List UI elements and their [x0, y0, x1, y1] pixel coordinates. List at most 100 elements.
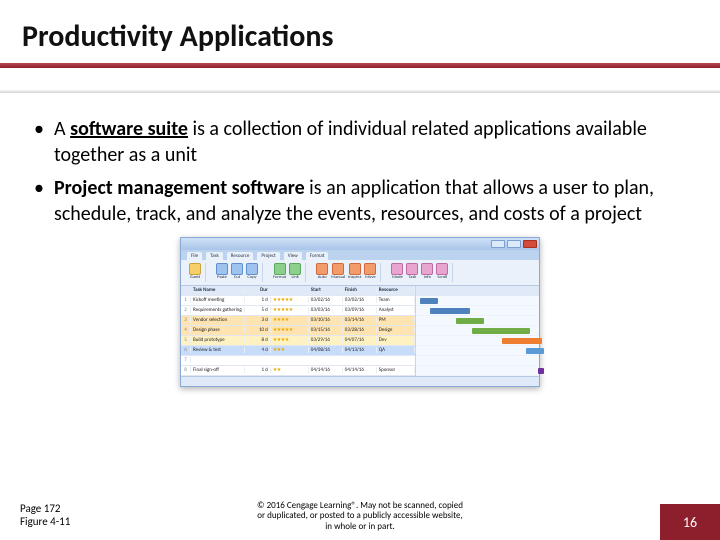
ribbon-button[interactable]: Paste [216, 263, 228, 281]
ribbon-button[interactable]: Task [406, 263, 418, 281]
table-row[interactable]: 5Build prototype8 d★★★★03/29/1604/07/16D… [181, 336, 415, 346]
ribbon-tab[interactable]: Project [257, 252, 279, 260]
ribbon-button[interactable]: Scroll [436, 263, 448, 281]
cell-priority: ★★★★★ [271, 327, 309, 333]
cell-taskname: Review & test [191, 347, 245, 353]
table-row[interactable]: 1Kickoff meeting1 d★★★★★03/02/1603/02/16… [181, 296, 415, 306]
pm-titlebar [181, 238, 539, 250]
cell-finish: 03/14/16 [343, 317, 377, 323]
scroll-icon [436, 263, 448, 275]
table-row[interactable]: 2Requirements gathering5 d★★★★★03/03/160… [181, 306, 415, 316]
cell-duration: 1 d [245, 297, 271, 303]
cell-resource: Dev [377, 337, 415, 343]
minimize-button[interactable] [491, 240, 505, 248]
star-icon: ★★★★ [273, 317, 289, 323]
ribbon-button[interactable]: Info [421, 263, 433, 281]
star-icon: ★★★★★ [273, 327, 293, 333]
cell-id: 6 [181, 347, 191, 353]
copyright-line: in whole or in part. [180, 522, 540, 532]
ribbon-button[interactable]: Copy [246, 263, 258, 281]
slide-title: Productivity Applications [22, 18, 698, 55]
ribbon-button[interactable]: Link [289, 263, 301, 281]
star-icon: ★★★★ [273, 337, 289, 343]
move-icon [364, 263, 376, 275]
gantt-bar[interactable] [472, 328, 530, 334]
ribbon-button[interactable]: Inspect [348, 263, 361, 281]
pm-statusbar [181, 376, 539, 386]
bullet-item: A software suite is a collection of indi… [30, 117, 690, 168]
cell-resource: PM [377, 317, 415, 323]
gantt-row [416, 356, 539, 366]
gantt-bar[interactable] [502, 338, 542, 344]
mode-icon [391, 263, 403, 275]
ribbon-button[interactable]: Cut [231, 263, 243, 281]
grid-header-row: Task Name Dur Start Finish Resource [181, 286, 415, 296]
cell-id: 8 [181, 367, 191, 373]
ribbon-tab[interactable]: File [187, 252, 202, 260]
table-row[interactable]: 8Final sign-off1 d★★04/14/1604/14/16Spon… [181, 366, 415, 376]
inspect-icon [349, 263, 361, 275]
pm-app-window: File Task Resource Project View Format G… [180, 237, 540, 387]
ribbon-button-label: Manual [331, 276, 345, 281]
gantt-row [416, 306, 539, 316]
maximize-button[interactable] [507, 240, 521, 248]
ribbon-tab[interactable]: Resource [227, 252, 254, 260]
gantt-bar[interactable] [538, 368, 544, 374]
footer-page-ref: Page 172 Figure 4-11 [20, 502, 70, 528]
ribbon-tab[interactable]: Format [306, 252, 329, 260]
ribbon-group: Paste Cut Copy [212, 263, 263, 282]
ribbon-button-label: Cut [234, 276, 240, 281]
table-row[interactable]: 6Review & test4 d★★★04/08/1604/13/16QA [181, 346, 415, 356]
ribbon-button-label: Copy [247, 276, 256, 281]
pm-body: Task Name Dur Start Finish Resource 1Kic… [181, 286, 539, 376]
cell-finish: 03/09/16 [343, 307, 377, 313]
gantt-row [416, 296, 539, 306]
gantt-bar[interactable] [526, 348, 544, 354]
ribbon-button[interactable]: Mode [391, 263, 403, 281]
link-icon [289, 263, 301, 275]
close-button[interactable] [523, 240, 537, 248]
ribbon-button[interactable]: Format [273, 263, 286, 281]
ribbon-group: Format Link [269, 263, 306, 282]
gantt-bar[interactable] [430, 308, 470, 314]
col-header: Task Name [191, 287, 245, 293]
ribbon-button-label: Info [424, 276, 431, 281]
ribbon-button-label: Gantt [190, 276, 200, 281]
ribbon-tab[interactable]: Task [206, 252, 223, 260]
ribbon-group: Gantt [185, 263, 206, 282]
ribbon-button[interactable]: Gantt [189, 263, 201, 281]
ribbon-button[interactable]: Manual [331, 263, 345, 281]
cell-id: 5 [181, 337, 191, 343]
page-reference: Page 172 [20, 502, 70, 515]
figure-project-management: File Task Resource Project View Format G… [180, 237, 540, 387]
cell-start: 03/03/16 [309, 307, 343, 313]
bullet-text-pre: A [54, 117, 70, 141]
cell-priority: ★★★★★ [271, 297, 309, 303]
title-area: Productivity Applications [0, 0, 720, 63]
table-row[interactable]: 3Vendor selection3 d★★★★03/10/1603/14/16… [181, 316, 415, 326]
bullet-text-bold: software suite [70, 117, 188, 141]
footer-copyright: © 2016 Cengage Learning®. May not be sca… [180, 501, 540, 532]
gantt-row [416, 316, 539, 326]
ribbon-button[interactable]: Move [364, 263, 376, 281]
cell-duration: 1 d [245, 367, 271, 373]
cell-duration: 10 d [245, 327, 271, 333]
ribbon-button[interactable]: Auto [316, 263, 328, 281]
table-row[interactable]: 7 [181, 356, 415, 366]
ribbon-tab[interactable]: View [284, 252, 302, 260]
cell-taskname: Kickoff meeting [191, 297, 245, 303]
cell-resource: Analyst [377, 307, 415, 313]
col-header: Finish [343, 287, 377, 293]
pm-task-grid[interactable]: Task Name Dur Start Finish Resource 1Kic… [181, 286, 416, 376]
task-icon [406, 263, 418, 275]
pm-gantt-chart[interactable] [416, 286, 539, 376]
cell-id: 7 [181, 357, 191, 363]
table-row[interactable]: 4Design phase10 d★★★★★03/15/1603/28/16De… [181, 326, 415, 336]
cell-start: 03/10/16 [309, 317, 343, 323]
cell-taskname: Build prototype [191, 337, 245, 343]
slide-number: 16 [683, 514, 697, 531]
ribbon-button-label: Paste [217, 276, 227, 281]
gantt-bar[interactable] [420, 298, 438, 304]
gantt-bar[interactable] [456, 318, 484, 324]
gantt-row [416, 326, 539, 336]
